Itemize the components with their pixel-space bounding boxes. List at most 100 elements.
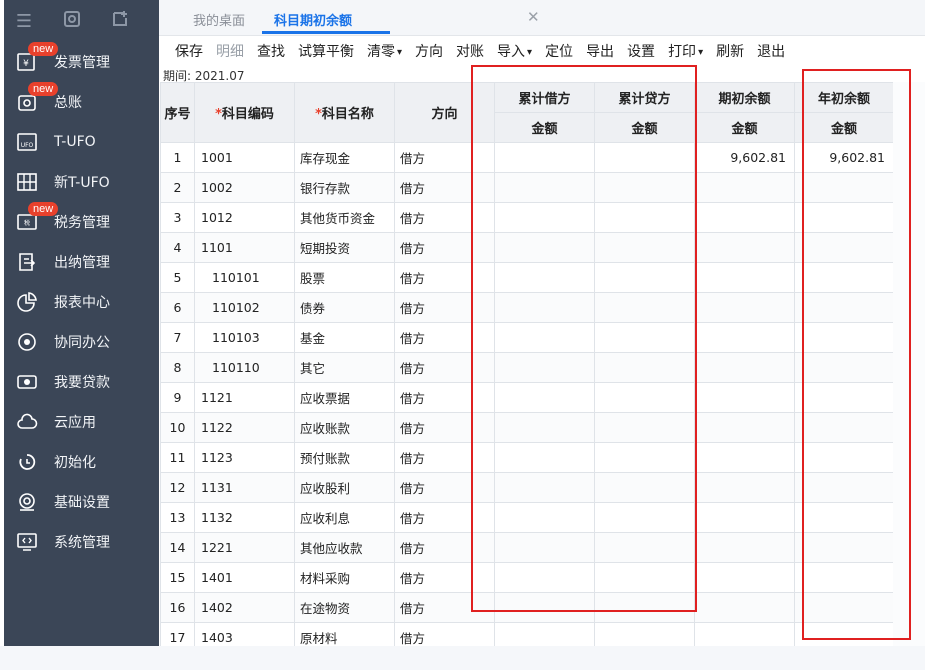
refresh-button[interactable]: 刷新 <box>716 41 744 61</box>
cell-opening-balance[interactable] <box>694 202 795 233</box>
sidebar-item[interactable]: 新T-UFO <box>4 162 159 202</box>
sidebar-item[interactable]: 我要贷款 <box>4 362 159 402</box>
sidebar-item[interactable]: 云应用 <box>4 402 159 442</box>
cell-opening-balance[interactable] <box>694 442 795 473</box>
cell-code[interactable]: 1401 <box>194 562 295 593</box>
print-button[interactable]: 打印 ▾ <box>668 41 703 61</box>
cell-name[interactable]: 债券 <box>294 292 395 323</box>
cell-name[interactable]: 在途物资 <box>294 592 395 623</box>
cell-code[interactable]: 1101 <box>194 232 295 263</box>
new-badge: new <box>28 82 59 96</box>
cell-opening-balance[interactable] <box>694 412 795 443</box>
cell-code[interactable]: 1001 <box>194 142 295 173</box>
cell-opening-balance[interactable] <box>694 322 795 353</box>
table-row[interactable]: 17 1403 原材料 借方 <box>160 622 893 646</box>
cell-opening-balance[interactable] <box>694 592 795 623</box>
cell-code[interactable]: 110103 <box>194 322 295 353</box>
new-ufo-icon <box>14 171 40 193</box>
cell-name[interactable]: 库存现金 <box>294 142 395 173</box>
cell-code[interactable]: 1002 <box>194 172 295 203</box>
cell-opening-balance[interactable] <box>694 172 795 203</box>
cell-opening-balance[interactable] <box>694 622 795 646</box>
settings-button[interactable]: 设置 <box>627 41 655 61</box>
sidebar-item[interactable]: UFO T-UFO <box>4 122 159 162</box>
cell-code[interactable]: 1402 <box>194 592 295 623</box>
cell-name[interactable]: 应收票据 <box>294 382 395 413</box>
reconcile-button[interactable]: 对账 <box>456 41 484 61</box>
cell-code[interactable]: 1121 <box>194 382 295 413</box>
cell-name[interactable]: 其他货币资金 <box>294 202 395 233</box>
sidebar-item[interactable]: 出纳管理 <box>4 242 159 282</box>
cell-code[interactable]: 1123 <box>194 442 295 473</box>
cell-code[interactable]: 1403 <box>194 622 295 646</box>
zero-label: 清零 <box>367 44 395 60</box>
sidebar-item[interactable]: 税 税务管理 new <box>4 202 159 242</box>
zero-button[interactable]: 清零 ▾ <box>367 41 402 61</box>
cell-opening-balance[interactable] <box>694 232 795 263</box>
cell-name[interactable]: 应收股利 <box>294 472 395 503</box>
exit-button[interactable]: 退出 <box>757 41 785 61</box>
cell-name[interactable]: 应收利息 <box>294 502 395 533</box>
sidebar-item[interactable]: 协同办公 <box>4 322 159 362</box>
cell-cumulative-credit[interactable] <box>594 622 695 646</box>
cell-name[interactable]: 短期投资 <box>294 232 395 263</box>
loan-icon <box>14 371 40 393</box>
cell-name[interactable]: 银行存款 <box>294 172 395 203</box>
sidebar-item[interactable]: ¥ 发票管理 new <box>4 42 159 82</box>
cell-opening-balance[interactable]: 9,602.81 <box>694 142 795 173</box>
cashier-icon <box>14 251 40 273</box>
cell-name[interactable]: 应收账款 <box>294 412 395 443</box>
cell-code[interactable]: 1012 <box>194 202 295 233</box>
cell-opening-balance[interactable] <box>694 562 795 593</box>
close-icon[interactable]: ✕ <box>527 8 540 26</box>
cell-opening-balance[interactable] <box>694 352 795 383</box>
locate-button[interactable]: 定位 <box>545 41 573 61</box>
collaboration-icon <box>14 331 40 353</box>
cell-code[interactable]: 110101 <box>194 262 295 293</box>
cell-opening-balance[interactable] <box>694 262 795 293</box>
cell-name[interactable]: 股票 <box>294 262 395 293</box>
cell-opening-balance[interactable] <box>694 532 795 563</box>
cell-index: 8 <box>160 352 195 383</box>
cell-name[interactable]: 原材料 <box>294 622 395 646</box>
save-button[interactable]: 保存 <box>175 41 203 61</box>
direction-button[interactable]: 方向 <box>415 41 443 61</box>
chevron-down-icon: ▾ <box>527 47 533 58</box>
sidebar-item-label: 基础设置 <box>54 495 110 511</box>
menu-icon[interactable]: ☰ <box>14 11 34 32</box>
toolbar: 保存 明细 查找 试算平衡 清零 ▾ 方向 对账 导入 ▾ 定位 导出 设置 打印 ▾… <box>159 36 925 66</box>
init-icon <box>14 451 40 473</box>
cell-name[interactable]: 其他应收款 <box>294 532 395 563</box>
cell-direction[interactable]: 借方 <box>394 622 495 646</box>
cell-name[interactable]: 其它 <box>294 352 395 383</box>
cell-code[interactable]: 110110 <box>194 352 295 383</box>
tab-my-desktop[interactable]: 我的桌面 <box>193 10 245 29</box>
detail-button[interactable]: 明细 <box>216 41 244 61</box>
add-window-icon[interactable] <box>110 10 130 33</box>
sidebar-item[interactable]: 报表中心 <box>4 282 159 322</box>
cell-opening-balance[interactable] <box>694 292 795 323</box>
cell-code[interactable]: 1221 <box>194 532 295 563</box>
cell-opening-balance[interactable] <box>694 502 795 533</box>
cell-name[interactable]: 基金 <box>294 322 395 353</box>
cell-name[interactable]: 预付账款 <box>294 442 395 473</box>
cell-code[interactable]: 110102 <box>194 292 295 323</box>
cell-opening-balance[interactable] <box>694 472 795 503</box>
cell-code[interactable]: 1131 <box>194 472 295 503</box>
sidebar-item-label: 新T-UFO <box>54 175 110 191</box>
sidebar-item[interactable]: 基础设置 <box>4 482 159 522</box>
search-window-icon[interactable] <box>62 10 82 33</box>
tab-opening-balance[interactable]: 科目期初余额 <box>274 10 352 29</box>
cell-code[interactable]: 1132 <box>194 502 295 533</box>
sidebar-item[interactable]: 系统管理 <box>4 522 159 562</box>
trial-balance-button[interactable]: 试算平衡 <box>298 41 354 61</box>
sidebar-item[interactable]: 总账 new <box>4 82 159 122</box>
sidebar-item[interactable]: 初始化 <box>4 442 159 482</box>
find-button[interactable]: 查找 <box>257 41 285 61</box>
cell-cumulative-debit[interactable] <box>494 622 595 646</box>
cell-code[interactable]: 1122 <box>194 412 295 443</box>
cell-name[interactable]: 材料采购 <box>294 562 395 593</box>
export-button[interactable]: 导出 <box>586 41 614 61</box>
import-button[interactable]: 导入 ▾ <box>497 41 532 61</box>
cell-opening-balance[interactable] <box>694 382 795 413</box>
